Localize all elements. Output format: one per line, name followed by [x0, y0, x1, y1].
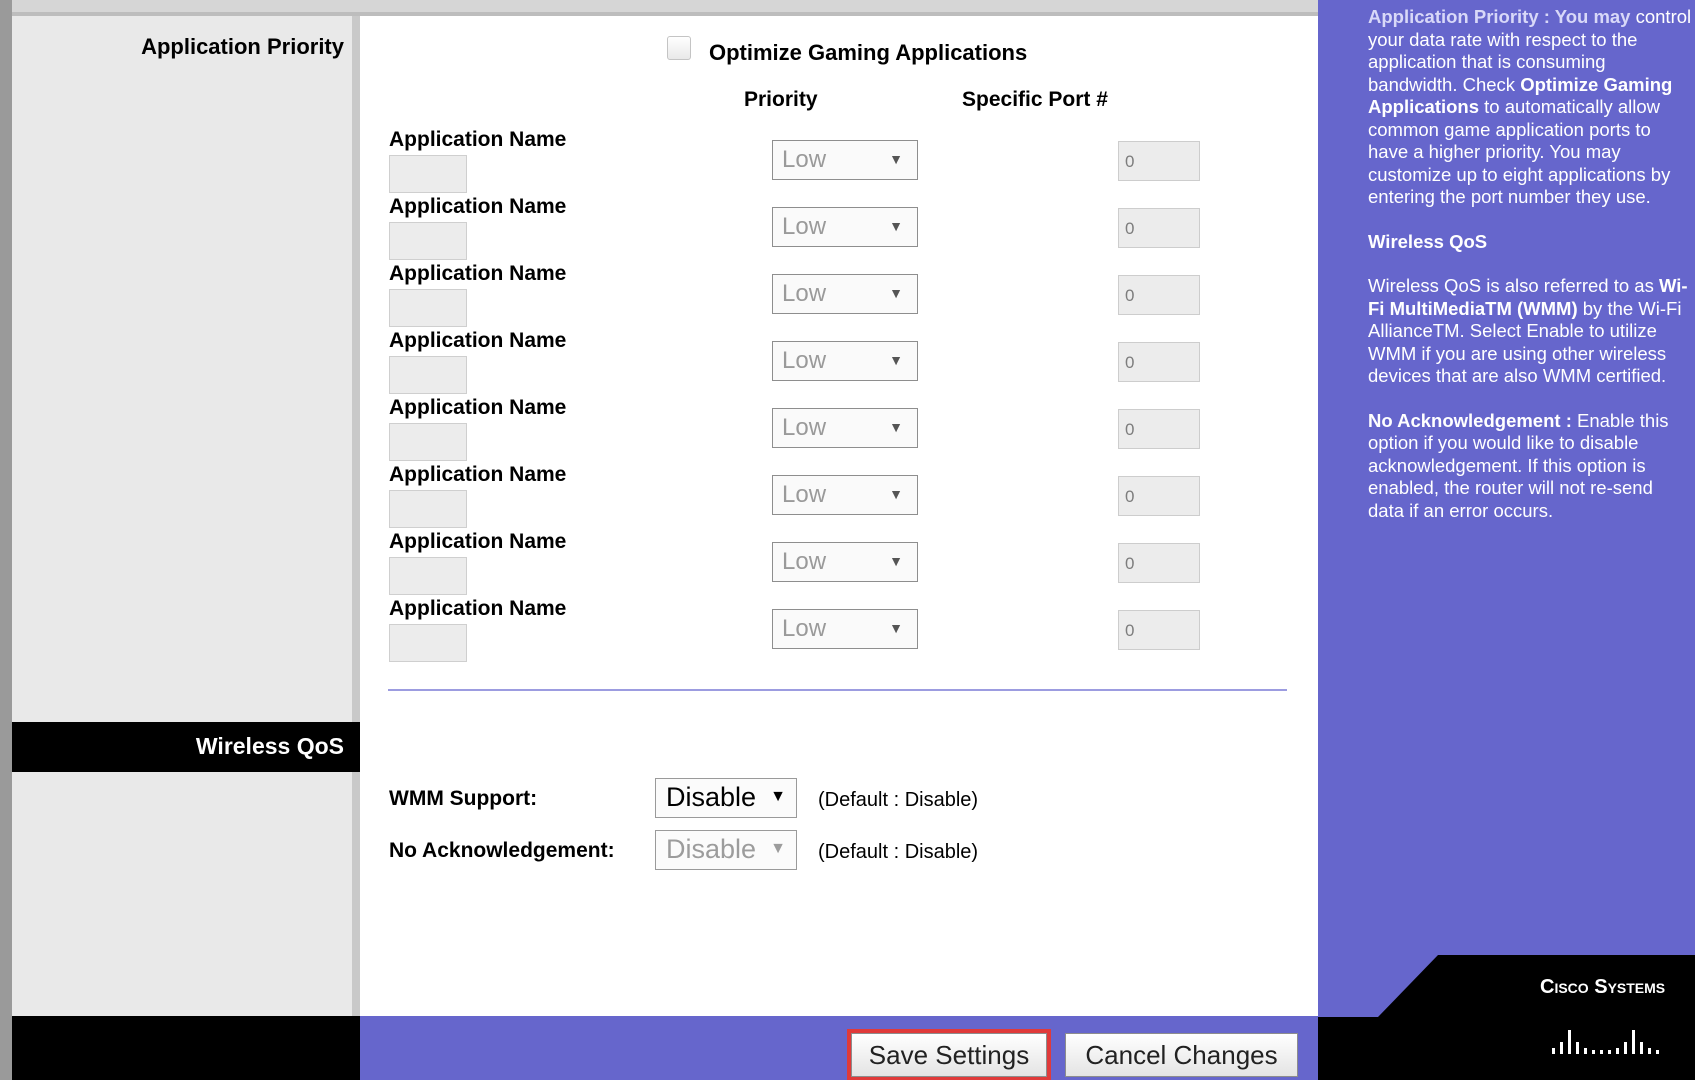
- section-divider: [388, 689, 1287, 691]
- application-name-label: Application Name: [389, 262, 567, 285]
- application-name-label: Application Name: [389, 195, 567, 218]
- optimize-gaming-checkbox[interactable]: [667, 36, 691, 60]
- application-name-label: Application Name: [389, 530, 567, 553]
- application-name-label: Application Name: [389, 597, 567, 620]
- application-name-label: Application Name: [389, 128, 567, 151]
- priority-select[interactable]: Low ▼: [772, 542, 918, 582]
- column-header-specific-port: Specific Port #: [962, 88, 1108, 111]
- left-column-edge: [352, 16, 360, 1016]
- help-title-no-acknowledgement: No Acknowledgement :: [1368, 409, 1572, 431]
- priority-select-value: Low: [782, 280, 827, 307]
- application-name-input[interactable]: [389, 557, 467, 595]
- no-acknowledgement-select[interactable]: Disable ▼: [655, 830, 797, 870]
- help-wireless-qos-body: Wireless QoS is also referred to as: [1368, 275, 1654, 296]
- wmm-support-default: (Default : Disable): [818, 789, 979, 811]
- application-name-input[interactable]: [389, 423, 467, 461]
- priority-select-value: Low: [782, 414, 827, 441]
- chevron-down-icon: ▼: [889, 151, 903, 167]
- specific-port-input[interactable]: 0: [1118, 409, 1200, 449]
- section-label-application-priority: Application Priority: [141, 34, 344, 59]
- no-acknowledgement-label: No Acknowledgement:: [389, 839, 615, 862]
- application-name-input[interactable]: [389, 155, 467, 193]
- help-title-application-priority: Application Priority : You may: [1368, 6, 1631, 27]
- chevron-down-icon: ▼: [889, 285, 903, 301]
- specific-port-input[interactable]: 0: [1118, 208, 1200, 248]
- priority-select-value: Low: [782, 213, 827, 240]
- priority-select[interactable]: Low ▼: [772, 475, 918, 515]
- priority-select[interactable]: Low ▼: [772, 408, 918, 448]
- application-name-input[interactable]: [389, 289, 467, 327]
- window-left-border: [0, 0, 12, 1080]
- priority-select[interactable]: Low ▼: [772, 140, 918, 180]
- priority-select[interactable]: Low ▼: [772, 609, 918, 649]
- priority-select[interactable]: Low ▼: [772, 207, 918, 247]
- application-name-input[interactable]: [389, 356, 467, 394]
- wmm-support-label: WMM Support:: [389, 787, 538, 810]
- priority-select-value: Low: [782, 548, 827, 575]
- specific-port-input[interactable]: 0: [1118, 141, 1200, 181]
- no-acknowledgement-value: Disable: [666, 834, 757, 864]
- specific-port-input[interactable]: 0: [1118, 610, 1200, 650]
- specific-port-value: 0: [1125, 487, 1135, 506]
- priority-select[interactable]: Low ▼: [772, 341, 918, 381]
- specific-port-input[interactable]: 0: [1118, 275, 1200, 315]
- specific-port-input[interactable]: 0: [1118, 342, 1200, 382]
- application-name-input[interactable]: [389, 222, 467, 260]
- help-text: Application Priority : You may control y…: [1368, 6, 1693, 544]
- priority-select[interactable]: Low ▼: [772, 274, 918, 314]
- save-settings-button[interactable]: Save Settings: [847, 1029, 1051, 1080]
- chevron-down-icon: ▼: [770, 840, 786, 857]
- specific-port-value: 0: [1125, 621, 1135, 640]
- wmm-support-select[interactable]: Disable ▼: [655, 778, 797, 818]
- application-name-input[interactable]: [389, 624, 467, 662]
- chevron-down-icon: ▼: [889, 419, 903, 435]
- column-header-priority: Priority: [744, 88, 818, 111]
- no-acknowledgement-default: (Default : Disable): [818, 841, 979, 863]
- chevron-down-icon: ▼: [889, 352, 903, 368]
- optimize-gaming-label: Optimize Gaming Applications: [709, 40, 1028, 65]
- application-name-label: Application Name: [389, 463, 567, 486]
- bottom-bar-left: [12, 1016, 360, 1080]
- cisco-systems-wordmark: Cisco Systems: [1540, 976, 1666, 998]
- section-label-wireless-qos: Wireless QoS: [195, 733, 344, 759]
- specific-port-input[interactable]: 0: [1118, 543, 1200, 583]
- specific-port-value: 0: [1125, 420, 1135, 439]
- specific-port-input[interactable]: 0: [1118, 476, 1200, 516]
- specific-port-value: 0: [1125, 353, 1135, 372]
- specific-port-value: 0: [1125, 286, 1135, 305]
- application-name-input[interactable]: [389, 490, 467, 528]
- application-name-label: Application Name: [389, 329, 567, 352]
- priority-select-value: Low: [782, 146, 827, 173]
- specific-port-value: 0: [1125, 152, 1135, 171]
- wmm-support-value: Disable: [666, 782, 757, 812]
- specific-port-value: 0: [1125, 554, 1135, 573]
- cisco-bars-logo-icon: [1552, 1030, 1659, 1054]
- priority-select-value: Low: [782, 481, 827, 508]
- chevron-down-icon: ▼: [889, 218, 903, 234]
- specific-port-value: 0: [1125, 219, 1135, 238]
- priority-select-value: Low: [782, 615, 827, 642]
- chevron-down-icon: ▼: [889, 553, 903, 569]
- priority-select-value: Low: [782, 347, 827, 374]
- chevron-down-icon: ▼: [889, 486, 903, 502]
- cancel-changes-button[interactable]: Cancel Changes: [1065, 1033, 1298, 1077]
- application-name-label: Application Name: [389, 396, 567, 419]
- chevron-down-icon: ▼: [889, 620, 903, 636]
- left-label-column: [12, 16, 357, 1080]
- help-title-wireless-qos: Wireless QoS: [1368, 230, 1488, 252]
- chevron-down-icon: ▼: [770, 788, 786, 805]
